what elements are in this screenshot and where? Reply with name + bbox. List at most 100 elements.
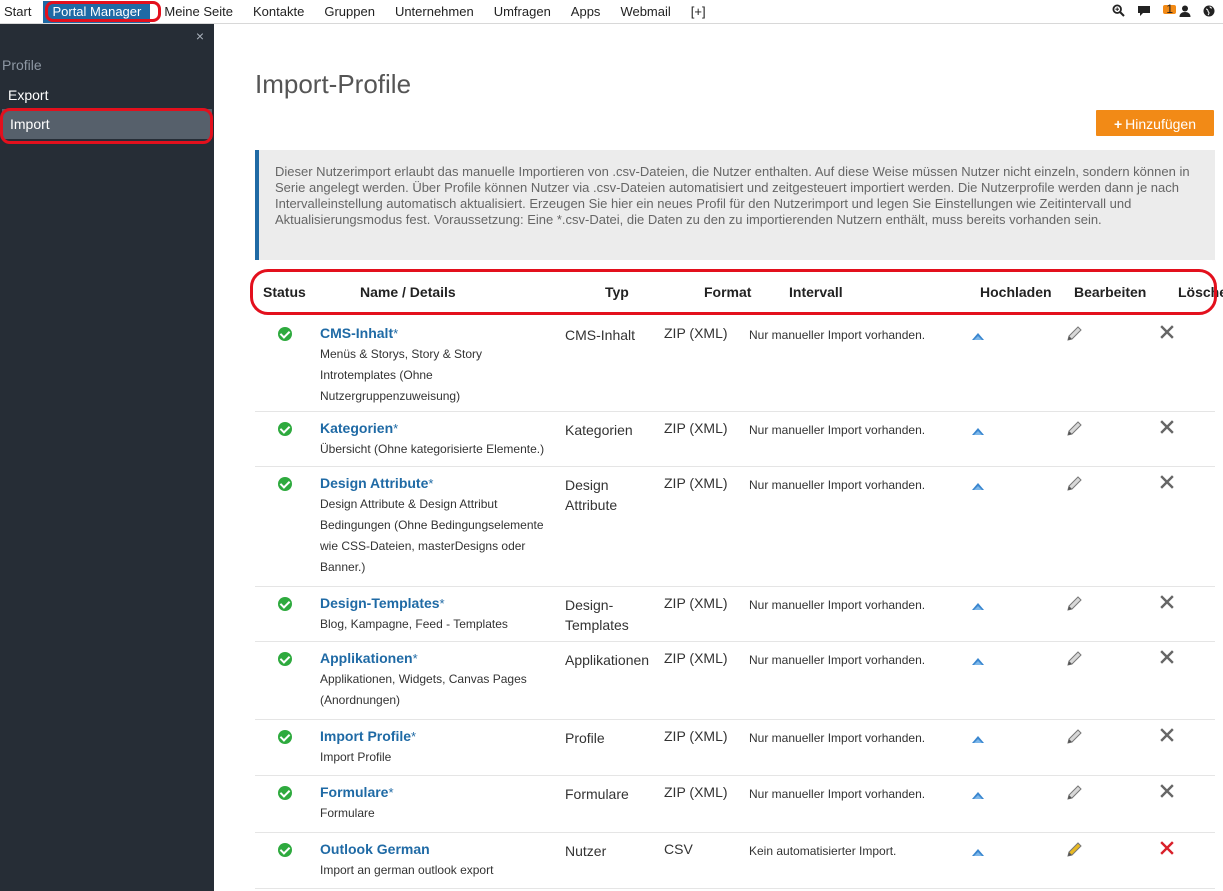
check-circle-icon [278, 327, 292, 341]
profile-details: Formulare [320, 806, 375, 820]
close-icon[interactable] [1160, 595, 1174, 609]
pencil-icon[interactable] [1065, 841, 1083, 859]
messages-icon[interactable]: 1 [1137, 3, 1176, 20]
sidebar: × Profile Export Import [0, 24, 214, 891]
nav-item-apps[interactable]: Apps [561, 1, 611, 23]
nav-item-[interactable]: [+] [681, 1, 716, 23]
close-icon[interactable] [1160, 420, 1174, 434]
nav-item-meine-seite[interactable]: Meine Seite [154, 1, 243, 23]
column-header-typ: Typ [605, 284, 629, 300]
nav-item-start[interactable]: Start [0, 1, 40, 23]
profile-name-star: * [388, 785, 394, 800]
table-row: Design Attribute* Design Attribute & Desi… [255, 467, 1215, 587]
upload-icon[interactable] [971, 845, 985, 856]
typ-cell: Design Attribute [565, 477, 618, 513]
search-icon[interactable] [1112, 4, 1125, 20]
nav-item-webmail[interactable]: Webmail [610, 1, 680, 23]
profile-name-link[interactable]: CMS-Inhalt [320, 325, 393, 341]
profile-name-link[interactable]: Outlook German [320, 841, 430, 857]
typ-cell: Nutzer [565, 843, 607, 859]
profile-name-star: * [412, 651, 418, 666]
column-header-intervall: Intervall [789, 284, 843, 300]
nav-item-kontakte[interactable]: Kontakte [243, 1, 314, 23]
profile-details: Menüs & Storys, Story & Story Introtempl… [320, 347, 483, 403]
close-icon[interactable] [1160, 325, 1174, 339]
format-cell: ZIP (XML) [664, 595, 728, 611]
profile-name-star: * [439, 596, 445, 611]
nav-item-portal-manager[interactable]: Portal Manager [43, 1, 151, 23]
table-row: Import Profile* Import Profile Profile ZIP … [255, 720, 1215, 776]
pencil-icon[interactable] [1065, 784, 1083, 802]
check-circle-icon [278, 422, 292, 436]
user-icon[interactable] [1179, 5, 1191, 20]
upload-icon[interactable] [971, 654, 985, 665]
table-row: Kategorien* Übersicht (Ohne kategorisiert… [255, 412, 1215, 467]
format-cell: ZIP (XML) [664, 784, 728, 800]
close-icon[interactable] [1160, 784, 1174, 798]
typ-cell: Profile [565, 730, 605, 746]
profile-name-link[interactable]: Design Attribute [320, 475, 428, 491]
column-header-hochladen: Hochladen [980, 284, 1052, 300]
nav-item-gruppen[interactable]: Gruppen [314, 1, 385, 23]
name-details-cell: Design Attribute* Design Attribute & Desi… [320, 475, 560, 578]
column-header-format: Format [704, 284, 752, 300]
profile-details: Übersicht (Ohne kategorisierte Elemente.… [320, 442, 545, 456]
pencil-icon[interactable] [1065, 728, 1083, 746]
intervall-cell: Nur manueller Import vorhanden. [749, 653, 926, 667]
profile-details: Import an german outlook export [320, 863, 494, 877]
upload-icon[interactable] [971, 329, 985, 340]
top-navigation: Start Portal Manager Meine Seite Kontakte Gr… [0, 0, 1223, 24]
sidebar-item-import[interactable]: Import [2, 109, 212, 139]
table-header: Status Name / Details Typ Format Intervall Ho… [255, 274, 1223, 310]
profile-name-link[interactable]: Kategorien [320, 420, 393, 436]
upload-icon[interactable] [971, 479, 985, 490]
sidebar-close-icon[interactable]: × [196, 28, 204, 44]
pencil-icon[interactable] [1065, 325, 1083, 343]
profile-name-link[interactable]: Applikationen [320, 650, 413, 666]
name-details-cell: Formulare* Formulare [320, 784, 560, 824]
upload-icon[interactable] [971, 788, 985, 799]
pencil-icon[interactable] [1065, 595, 1083, 613]
intervall-cell: Nur manueller Import vorhanden. [749, 478, 926, 492]
top-icons: 1 [1112, 0, 1215, 24]
upload-icon[interactable] [971, 732, 985, 743]
format-cell: ZIP (XML) [664, 475, 728, 491]
typ-cell: CMS-Inhalt [565, 327, 636, 343]
typ-cell: Applikationen [565, 652, 650, 668]
profile-details: Applikationen, Widgets, Canvas Pages (An… [320, 672, 527, 707]
name-details-cell: Design-Templates* Blog, Kampagne, Feed - … [320, 595, 560, 635]
page-title: Import-Profile [255, 69, 412, 100]
check-circle-icon [278, 597, 292, 611]
typ-cell: Formulare [565, 786, 629, 802]
profile-name-link[interactable]: Import Profile [320, 728, 411, 744]
column-header-name-details: Name / Details [360, 284, 456, 300]
intervall-cell: Kein automatisierter Import. [749, 844, 897, 858]
upload-icon[interactable] [971, 424, 985, 435]
column-header-bearbeiten: Bearbeiten [1074, 284, 1147, 300]
pencil-icon[interactable] [1065, 475, 1083, 493]
format-cell: ZIP (XML) [664, 325, 728, 341]
close-icon[interactable] [1160, 841, 1174, 855]
close-icon[interactable] [1160, 475, 1174, 489]
intervall-cell: Nur manueller Import vorhanden. [749, 787, 926, 801]
globe-icon[interactable] [1203, 5, 1215, 20]
name-details-cell: Kategorien* Übersicht (Ohne kategorisiert… [320, 420, 560, 460]
nav-item-unternehmen[interactable]: Unternehmen [385, 1, 484, 23]
pencil-icon[interactable] [1065, 420, 1083, 438]
pencil-icon[interactable] [1065, 650, 1083, 668]
upload-icon[interactable] [971, 599, 985, 610]
sidebar-item-export[interactable]: Export [0, 80, 214, 110]
table-row: CMS-Inhalt* Menüs & Storys, Story & Story… [255, 317, 1215, 412]
add-button[interactable]: + Hinzufügen [1096, 110, 1214, 136]
main-content: Import-Profile + Hinzufügen Dieser Nutzer… [214, 24, 1223, 891]
format-cell: ZIP (XML) [664, 420, 728, 436]
close-icon[interactable] [1160, 728, 1174, 742]
profile-name-link[interactable]: Design-Templates [320, 595, 440, 611]
profile-name-link[interactable]: Formulare [320, 784, 388, 800]
format-cell: ZIP (XML) [664, 650, 728, 666]
close-icon[interactable] [1160, 650, 1174, 664]
typ-cell: Kategorien [565, 422, 633, 438]
name-details-cell: Outlook German Import an german outlook e… [320, 841, 560, 881]
nav-item-umfragen[interactable]: Umfragen [484, 1, 561, 23]
profile-name-star: * [428, 476, 434, 491]
